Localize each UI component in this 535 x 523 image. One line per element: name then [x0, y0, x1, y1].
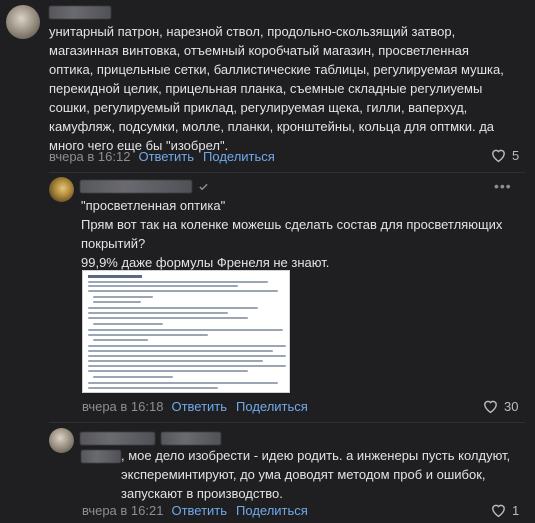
- like-button[interactable]: 5: [490, 147, 519, 163]
- like-count: 1: [512, 502, 520, 518]
- avatar[interactable]: [49, 428, 74, 453]
- author-name-blurred[interactable]: [80, 180, 192, 193]
- heart-icon: [484, 400, 497, 414]
- heart-icon: [492, 504, 505, 518]
- heart-icon: [492, 149, 505, 163]
- comment-time[interactable]: вчера в 16:12: [49, 149, 130, 164]
- reply-button[interactable]: Ответить: [138, 149, 194, 164]
- mention-blurred[interactable]: [81, 450, 121, 463]
- reply-button[interactable]: Ответить: [171, 399, 227, 414]
- divider: [49, 422, 525, 423]
- comment-time[interactable]: вчера в 16:21: [82, 503, 163, 518]
- avatar[interactable]: [49, 177, 74, 202]
- reply-target-blurred[interactable]: [161, 432, 221, 445]
- author-name-blurred[interactable]: [80, 432, 155, 445]
- more-dots-icon[interactable]: •••: [494, 178, 512, 194]
- share-button[interactable]: Поделиться: [236, 503, 308, 518]
- share-button[interactable]: Поделиться: [203, 149, 275, 164]
- verified-check-icon: [199, 183, 208, 191]
- like-count: 5: [512, 147, 520, 163]
- share-button[interactable]: Поделиться: [236, 399, 308, 414]
- avatar[interactable]: [6, 5, 40, 39]
- comment-meta: вчера в 16:21 Ответить Поделиться: [82, 502, 317, 518]
- divider: [49, 172, 525, 173]
- reply-button[interactable]: Ответить: [171, 503, 227, 518]
- comment-text: Прям вот так на коленке можешь сделать с…: [81, 217, 503, 270]
- like-count: 30: [504, 398, 519, 414]
- comment-meta: вчера в 16:18 Ответить Поделиться: [82, 398, 317, 414]
- comment-text: , мое дело изобрести - идею родить. а ин…: [121, 448, 511, 501]
- comment-quote: "просветленная оптика": [81, 198, 226, 213]
- attachment-image[interactable]: [82, 270, 290, 393]
- comment-text: унитарный патрон, нарезной ствол, продол…: [49, 24, 504, 153]
- comment-meta: вчера в 16:12 Ответить Поделиться: [49, 148, 284, 164]
- like-button[interactable]: 1: [490, 502, 519, 518]
- like-button[interactable]: 30: [482, 398, 518, 414]
- attachment-title-line: [88, 275, 142, 278]
- author-name-blurred[interactable]: [49, 6, 111, 19]
- comment-time[interactable]: вчера в 16:18: [82, 399, 163, 414]
